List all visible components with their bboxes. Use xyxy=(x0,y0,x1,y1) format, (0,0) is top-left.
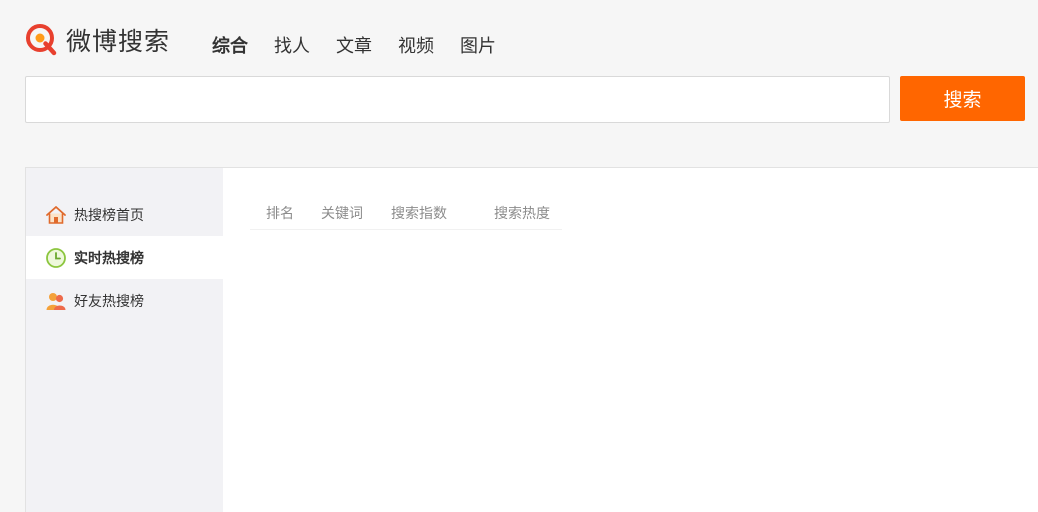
sidebar: 热搜榜首页 实时热搜榜 好友热搜榜 xyxy=(26,168,223,512)
clock-icon xyxy=(46,247,66,268)
column-header-keyword[interactable]: 关键词 xyxy=(321,203,363,223)
column-header-search-index[interactable]: 搜索指数 xyxy=(391,203,447,223)
table-header: 排名 关键词 搜索指数 搜索热度 xyxy=(250,200,562,230)
friends-icon xyxy=(46,292,66,310)
weibo-search-logo-icon xyxy=(26,24,57,56)
hot-search-content: 排名 关键词 搜索指数 搜索热度 xyxy=(223,168,1038,512)
sidebar-item-label: 好友热搜榜 xyxy=(74,293,144,310)
sidebar-item-label: 实时热搜榜 xyxy=(74,250,144,267)
main-panel: 热搜榜首页 实时热搜榜 好友热搜榜 排名 关键词 搜索指数 搜索热度 xyxy=(25,167,1038,512)
weibo-search-logo[interactable]: 微博搜索 xyxy=(24,22,170,58)
tab-images[interactable]: 图片 xyxy=(460,32,496,58)
tab-comprehensive[interactable]: 综合 xyxy=(212,32,248,58)
tab-articles[interactable]: 文章 xyxy=(336,32,372,58)
tab-people[interactable]: 找人 xyxy=(274,32,310,58)
sidebar-item-friends-hot-search[interactable]: 好友热搜榜 xyxy=(26,279,223,322)
top-nav: 综合 找人 文章 视频 图片 xyxy=(212,30,522,60)
search-button[interactable]: 搜索 xyxy=(900,76,1025,121)
sidebar-item-hot-search-home[interactable]: 热搜榜首页 xyxy=(26,193,223,236)
tab-videos[interactable]: 视频 xyxy=(398,32,434,58)
sidebar-item-realtime-hot-search[interactable]: 实时热搜榜 xyxy=(26,236,223,279)
search-input[interactable] xyxy=(25,76,890,123)
column-header-search-heat[interactable]: 搜索热度 xyxy=(494,203,550,223)
brand-name: 微博搜索 xyxy=(66,27,171,56)
sidebar-item-label: 热搜榜首页 xyxy=(74,207,144,224)
home-icon xyxy=(46,205,66,224)
column-header-rank[interactable]: 排名 xyxy=(266,203,294,223)
